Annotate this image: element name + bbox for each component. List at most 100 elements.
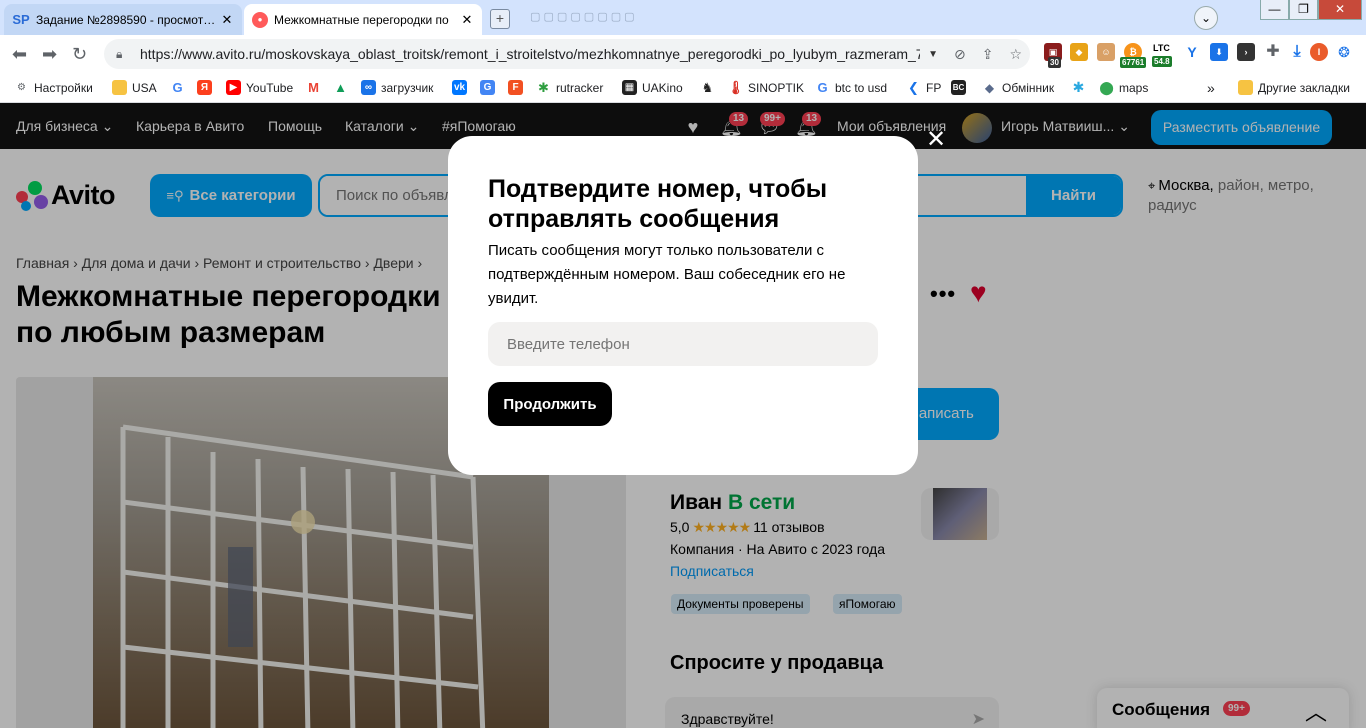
thermometer-icon: 🌡︎ bbox=[727, 79, 744, 95]
bookmark-label: YouTube bbox=[246, 80, 294, 95]
extension-fox-icon[interactable]: ◆ bbox=[1070, 43, 1088, 61]
bookmark-f[interactable]: F bbox=[508, 80, 528, 95]
url-dropdown-icon[interactable]: ▼ bbox=[928, 49, 938, 60]
bookmark-fp[interactable]: ❮ FP bbox=[906, 80, 941, 95]
confirm-phone-modal: ✕ Подтвердите номер, чтобы отправлять со… bbox=[448, 128, 946, 475]
rutracker-icon: ✱ bbox=[538, 79, 549, 95]
extension-badge: 67761 bbox=[1120, 57, 1147, 68]
bookmark-bc[interactable]: BC bbox=[951, 80, 971, 95]
bookmark-google[interactable]: G bbox=[170, 80, 190, 95]
profile-icon[interactable]: I bbox=[1310, 43, 1328, 61]
tab-search-dropdown-icon[interactable]: ⌄ bbox=[1194, 6, 1218, 30]
bookmark-label: USA bbox=[132, 80, 157, 95]
maps-icon: ⬤ bbox=[1099, 79, 1114, 95]
bookmark-youtube[interactable]: ▶ YouTube bbox=[226, 80, 293, 95]
new-tab-button[interactable]: + bbox=[490, 9, 510, 29]
reload-icon[interactable]: ↻ bbox=[72, 44, 87, 65]
modal-title: Подтвердите номер, чтобы отправлять сооб… bbox=[488, 175, 828, 233]
extensions-puzzle-icon[interactable]: ✚ bbox=[1264, 43, 1282, 61]
modal-description: Писать сообщения могут только пользовате… bbox=[488, 242, 846, 307]
bookmark-loader[interactable]: ∞ загрузчик bbox=[361, 80, 433, 95]
extension-badge: 54.8 bbox=[1152, 56, 1172, 67]
exchange-icon: ◆ bbox=[984, 80, 995, 95]
address-bar[interactable]: 🔒︎ https://www.avito.ru/moskovskaya_obla… bbox=[104, 39, 1030, 69]
bookmark-label: FP bbox=[926, 80, 942, 95]
vk-icon: vk bbox=[452, 80, 467, 95]
google-icon: G bbox=[817, 80, 828, 95]
downloads-icon[interactable]: ⤓ bbox=[1288, 43, 1306, 61]
tab-title: Межкомнатные перегородки по bbox=[274, 12, 449, 27]
browser-tab-task[interactable]: SP Задание №2898590 - просмотр за ✕ bbox=[4, 4, 242, 35]
ltc-label: LTC bbox=[1153, 43, 1170, 53]
bookmark-vk[interactable]: vk bbox=[452, 80, 472, 95]
bookmark-sinoptik[interactable]: 🌡︎ SINOPTIK bbox=[727, 79, 805, 95]
window-maximize-button[interactable]: ❐ bbox=[1289, 0, 1318, 20]
close-icon[interactable]: ✕ bbox=[926, 128, 946, 152]
back-arrow-icon[interactable]: ⬅ bbox=[12, 44, 27, 65]
extension-v-icon[interactable]: Y bbox=[1183, 43, 1201, 61]
bookmark-chess[interactable]: ♞ bbox=[700, 80, 720, 95]
google-icon: G bbox=[172, 80, 183, 95]
bookmark-label: SINOPTIK bbox=[748, 80, 805, 95]
link-icon: ∞ bbox=[361, 80, 376, 95]
faded-tab-icon: ▢ ▢ ▢ ▢ ▢ ▢ ▢ ▢ bbox=[530, 11, 635, 23]
bc-icon: BC bbox=[951, 80, 966, 95]
chess-icon: ♞ bbox=[701, 79, 714, 95]
bookmark-usa[interactable]: USA bbox=[112, 80, 157, 95]
sp-favicon-icon: SP bbox=[12, 12, 30, 27]
phone-input[interactable] bbox=[488, 322, 878, 366]
bookmarks-bar: ⚙ Настройки USA G Я ▶ YouTube M ▲ ∞ загрузч… bbox=[0, 73, 1366, 103]
bookmark-exchanger[interactable]: ◆ Обмінник bbox=[982, 80, 1054, 95]
browser-tab-avito[interactable]: ● Межкомнатные перегородки по ✕ bbox=[244, 4, 482, 35]
blocked-icon[interactable]: ⊘ bbox=[954, 46, 966, 63]
share-icon[interactable]: ⇪ bbox=[982, 46, 994, 63]
bookmark-gmail[interactable]: M bbox=[306, 80, 326, 95]
bookmark-other[interactable]: Другие закладки bbox=[1238, 80, 1350, 95]
bookmark-star[interactable]: ✱ bbox=[1071, 79, 1091, 95]
tab-close-icon[interactable]: ✕ bbox=[220, 12, 234, 28]
bookmarks-overflow-button[interactable]: » bbox=[1207, 80, 1215, 96]
fp-icon: ❮ bbox=[908, 79, 919, 95]
window-close-button[interactable]: ✕ bbox=[1318, 0, 1362, 20]
star-icon: ✱ bbox=[1072, 79, 1085, 95]
bookmark-label: Другие закладки bbox=[1258, 80, 1350, 95]
tab-close-icon[interactable]: ✕ bbox=[460, 12, 474, 28]
bookmark-rutracker[interactable]: ✱ rutracker bbox=[536, 80, 603, 95]
avito-favicon-icon: ● bbox=[252, 11, 268, 28]
bookmark-btc[interactable]: Gbtc to usd bbox=[815, 80, 887, 95]
youtube-icon: ▶ bbox=[226, 80, 241, 95]
continue-button[interactable]: Продолжить bbox=[488, 382, 612, 426]
modal-overlay[interactable]: ✕ Подтвердите номер, чтобы отправлять со… bbox=[0, 103, 1366, 728]
extension-face-icon[interactable]: ☺ bbox=[1097, 43, 1115, 61]
bookmark-label: Обмінник bbox=[1002, 80, 1055, 95]
drive-icon: ▲ bbox=[334, 80, 347, 95]
gear-icon: ⚙ bbox=[17, 82, 26, 93]
browser-tab-strip: SP Задание №2898590 - просмотр за ✕ ● Ме… bbox=[0, 0, 1366, 35]
bookmark-yandex[interactable]: Я bbox=[197, 80, 217, 95]
tab-title: Задание №2898590 - просмотр за bbox=[36, 12, 220, 27]
folder-icon bbox=[1238, 80, 1253, 95]
yandex-icon: Я bbox=[197, 80, 212, 95]
bookmark-settings[interactable]: ⚙ Настройки bbox=[14, 80, 93, 95]
forward-arrow-icon[interactable]: ➡ bbox=[42, 44, 57, 65]
bookmark-star-icon[interactable]: ☆ bbox=[1009, 46, 1022, 63]
bookmark-label: загрузчик bbox=[381, 80, 434, 95]
folder-icon bbox=[112, 80, 127, 95]
bookmark-uakino[interactable]: ▦ UAKino bbox=[622, 80, 683, 95]
extension-terminal-icon[interactable]: › bbox=[1237, 43, 1255, 61]
bookmark-label: btc to usd bbox=[835, 80, 888, 95]
extension-badge: 30 bbox=[1048, 57, 1061, 68]
lock-icon: 🔒︎ bbox=[116, 46, 123, 61]
bookmark-label: rutracker bbox=[556, 80, 604, 95]
browser-toolbar: ⬅ ➡ ↻ 🔒︎ https://www.avito.ru/moskovskay… bbox=[0, 35, 1366, 73]
bookmark-translate[interactable]: G bbox=[480, 80, 500, 95]
extension-download-icon[interactable]: ⬇ bbox=[1210, 43, 1228, 61]
f-icon: F bbox=[508, 80, 523, 95]
url-text: https://www.avito.ru/moskovskaya_oblast_… bbox=[140, 46, 921, 62]
window-minimize-button[interactable]: — bbox=[1260, 0, 1289, 20]
bookmark-drive[interactable]: ▲ bbox=[333, 80, 353, 95]
bookmark-label: UAKino bbox=[642, 80, 683, 95]
extension-globe-icon[interactable]: ❂ bbox=[1335, 43, 1353, 61]
bookmark-maps[interactable]: ⬤ maps bbox=[1099, 80, 1148, 95]
gmail-icon: M bbox=[308, 80, 319, 95]
